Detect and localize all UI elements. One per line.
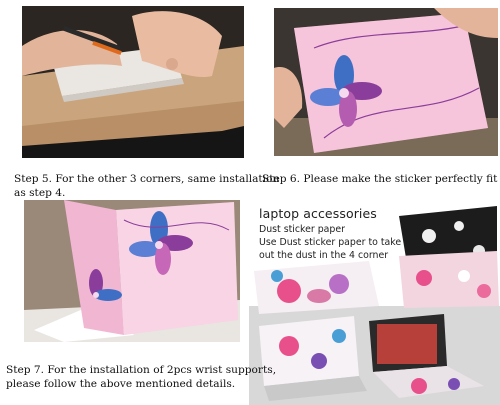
- step5-caption-line1: Step 5. For the other 3 corners, same in…: [14, 173, 280, 185]
- step5-photo: [22, 6, 244, 158]
- step6-caption: Step 6. Please make the sticker perfectl…: [262, 172, 500, 186]
- step7-caption: Step 7. For the installation of 2pcs wri…: [6, 363, 276, 391]
- accessories-ad-panel: laptop accessories Dust sticker paper Us…: [249, 196, 500, 405]
- step7-photo: [24, 200, 240, 342]
- step5-caption: Step 5. For the other 3 corners, same in…: [14, 172, 279, 200]
- ad-line: Use Dust sticker paper to take: [259, 237, 402, 248]
- step7-caption-line1: Step 7. For the installation of 2pcs wri…: [6, 364, 277, 376]
- ad-title: laptop accessories: [259, 206, 377, 221]
- step6-photo: [274, 8, 498, 156]
- step7-caption-line2: please follow the above mentioned detail…: [6, 378, 236, 390]
- step6-caption-line1: Step 6. Please make the sticker perfectl…: [262, 173, 500, 185]
- ad-line: Dust sticker paper: [259, 224, 345, 235]
- ad-line: out the dust in the 4 corner: [259, 250, 389, 261]
- step5-caption-line2: as step 4.: [14, 187, 66, 199]
